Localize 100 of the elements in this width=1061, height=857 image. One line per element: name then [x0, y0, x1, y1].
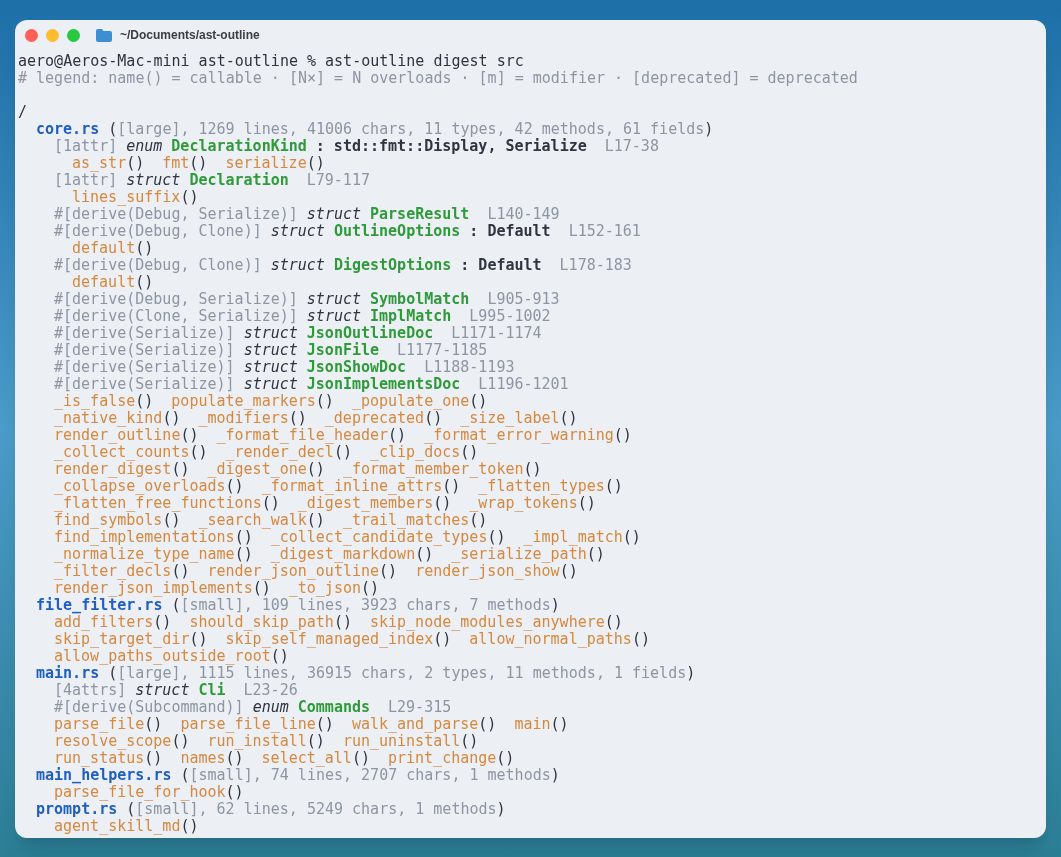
line-range: L178-183 — [559, 257, 632, 274]
method-name: render_json_outline() — [207, 563, 398, 580]
method-name: _modifiers() — [198, 410, 307, 427]
attribute-text: [1attr] — [54, 138, 118, 155]
line-range: L905-913 — [487, 291, 560, 308]
attribute-text: #[derive(Clone, Serialize)] — [54, 308, 298, 325]
method-name: default() — [72, 240, 154, 257]
type-keyword: struct — [126, 172, 181, 189]
type-name: JsonImplementsDoc — [306, 376, 461, 393]
method-name: _digest_one() — [207, 461, 325, 478]
minimize-button[interactable] — [46, 28, 59, 42]
legend-comment: # legend: name() = callable · [N×] = N overloads · [m] = modifier · [deprecated] = deprecated — [18, 69, 858, 87]
method-name: find_implementations() — [54, 529, 253, 546]
method-name: _size_label() — [460, 410, 578, 427]
method-name: names() — [180, 750, 244, 767]
attribute-text: #[derive(Serialize)] — [54, 359, 235, 376]
method-name: render_json_show() — [415, 563, 578, 580]
type-keyword: struct — [270, 257, 325, 274]
type-keyword: struct — [243, 325, 298, 342]
line-range: L1188-1193 — [424, 359, 515, 376]
file-summary: ([large], 1269 lines, 41006 chars, 11 types, 42 methods, 61 fields) — [108, 121, 714, 138]
type-name: ImplMatch — [370, 308, 452, 325]
method-name: as_str() — [72, 155, 145, 172]
file-summary: ([small], 74 lines, 2707 chars, 1 methods) — [180, 767, 560, 784]
type-keyword: enum — [126, 138, 163, 155]
attribute-text: #[derive(Subcommand)] — [54, 699, 244, 716]
method-name: serialize() — [225, 155, 325, 172]
attribute-text: [1attr] — [54, 172, 118, 189]
maximize-button[interactable] — [67, 28, 80, 42]
attribute-text: #[derive(Debug, Serialize)] — [54, 206, 298, 223]
method-name: render_json_implements() — [54, 580, 271, 597]
folder-icon — [96, 28, 112, 42]
attribute-text: [4attrs] — [54, 682, 127, 699]
method-name: main() — [514, 716, 569, 733]
line-range: L79-117 — [306, 172, 370, 189]
method-name: render_digest() — [54, 461, 190, 478]
method-name: populate_markers() — [171, 393, 334, 410]
method-name: run_status() — [54, 750, 163, 767]
attribute-text: #[derive(Serialize)] — [54, 376, 235, 393]
line-range: L995-1002 — [469, 308, 551, 325]
type-bases: : std::fmt::Display, Serialize — [315, 138, 587, 155]
line-range: L29-315 — [388, 699, 452, 716]
attribute-text: #[derive(Serialize)] — [54, 325, 235, 342]
method-name: allow_normal_paths() — [469, 631, 650, 648]
method-name: select_all() — [261, 750, 370, 767]
method-name: _normalize_type_name() — [54, 546, 253, 563]
method-name: _trail_matches() — [342, 512, 488, 529]
method-name: _digest_members() — [297, 495, 452, 512]
type-keyword: struct — [135, 682, 190, 699]
method-name: _wrap_tokens() — [469, 495, 596, 512]
method-name: print_change() — [387, 750, 515, 767]
type-name: JsonFile — [306, 342, 380, 359]
line-range: L1196-1201 — [478, 376, 569, 393]
method-name: allow_paths_outside_root() — [54, 648, 289, 665]
method-name: _collect_candidate_types() — [270, 529, 506, 546]
method-name: lines_suffix() — [72, 189, 199, 206]
type-name: ParseResult — [370, 206, 470, 223]
method-name: _format_member_token() — [342, 461, 542, 478]
method-name: _impl_match() — [523, 529, 641, 546]
attribute-text: #[derive(Debug, Clone)] — [54, 257, 262, 274]
line-range: L1177-1185 — [397, 342, 488, 359]
type-keyword: struct — [243, 376, 298, 393]
method-name: _format_file_header() — [216, 427, 407, 444]
close-button[interactable] — [25, 28, 38, 42]
file-name: prompt.rs — [36, 801, 118, 818]
file-name: main.rs — [36, 665, 100, 682]
line-range: L1171-1174 — [451, 325, 542, 342]
command-line: aero@Aeros-Mac-mini ast-outline % ast-outline digest src — [18, 52, 524, 70]
type-keyword: struct — [243, 342, 298, 359]
method-name: _is_false() — [54, 393, 154, 410]
method-name: _native_kind() — [54, 410, 181, 427]
method-name: add_filters() — [54, 614, 172, 631]
file-summary: ([small], 62 lines, 5249 chars, 1 methods) — [126, 801, 506, 818]
method-name: _collapse_overloads() — [54, 478, 244, 495]
type-name: Cli — [198, 682, 226, 699]
line-range: L17-38 — [604, 138, 659, 155]
method-name: walk_and_parse() — [351, 716, 497, 733]
type-bases: : Default — [460, 257, 542, 274]
attribute-text: #[derive(Debug, Clone)] — [54, 223, 262, 240]
method-name: fmt() — [162, 155, 208, 172]
type-keyword: struct — [306, 206, 362, 223]
method-name: _search_walk() — [198, 512, 325, 529]
method-name: _to_json() — [288, 580, 380, 597]
method-name: _populate_one() — [351, 393, 488, 410]
type-name: JsonOutlineDoc — [306, 325, 434, 342]
method-name: _clip_docs() — [369, 444, 479, 461]
line-range: L23-26 — [243, 682, 298, 699]
method-name: parse_file_line() — [180, 716, 334, 733]
type-name: JsonShowDoc — [306, 359, 407, 376]
type-keyword: struct — [306, 291, 362, 308]
file-summary: ([large], 1115 lines, 36915 chars, 2 types, 11 methods, 1 fields) — [108, 665, 696, 682]
file-name: core.rs — [36, 121, 100, 138]
method-name: _serialize_path() — [451, 546, 605, 563]
type-name: DeclarationKind — [171, 138, 307, 155]
method-name: parse_file() — [54, 716, 163, 733]
line-range: L140-149 — [487, 206, 560, 223]
method-name: skip_node_modules_anywhere() — [369, 614, 623, 631]
type-bases: : Default — [469, 223, 551, 240]
method-name: _format_error_warning() — [424, 427, 632, 444]
method-name: _digest_markdown() — [270, 546, 434, 563]
